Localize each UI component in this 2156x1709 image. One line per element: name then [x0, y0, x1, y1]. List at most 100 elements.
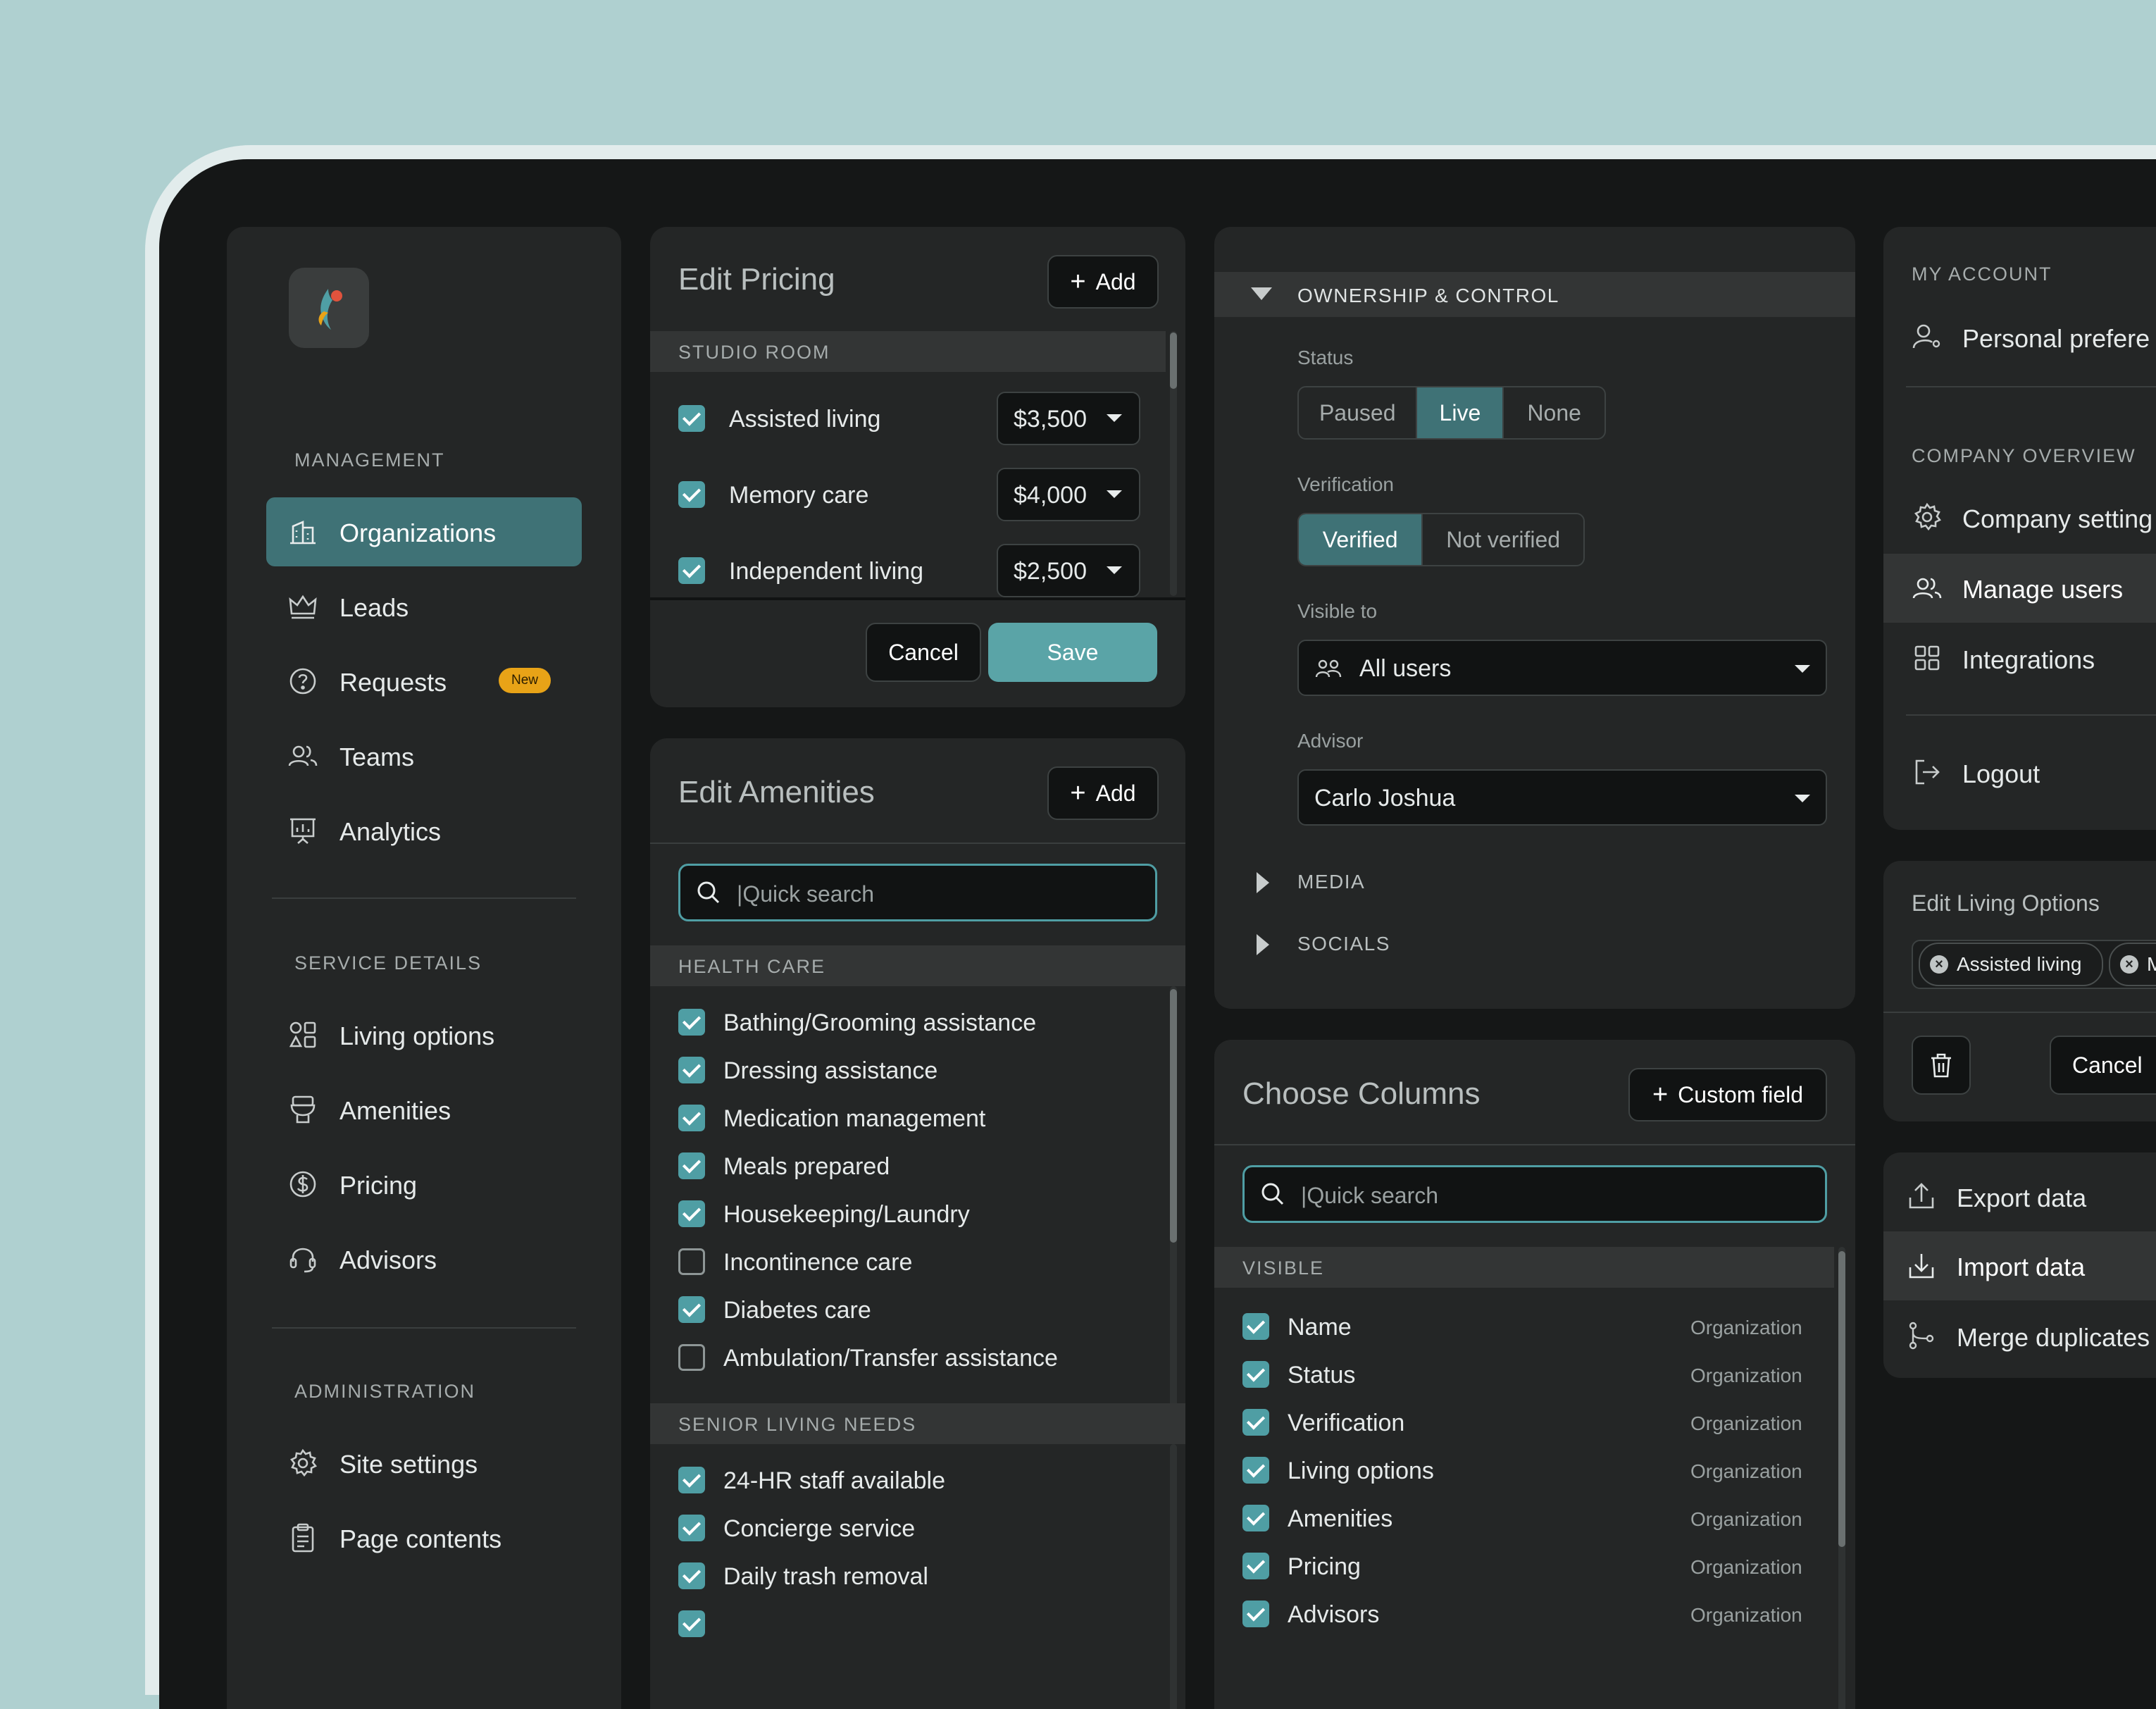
- column-checkbox[interactable]: [1242, 1553, 1269, 1579]
- column-checkbox[interactable]: [1242, 1409, 1269, 1436]
- add-amenity-button[interactable]: + Add: [1047, 766, 1159, 820]
- amenity-checkbox[interactable]: [678, 1057, 705, 1083]
- amenity-label: Housekeeping/Laundry: [723, 1201, 970, 1228]
- status-segmented-control[interactable]: Paused Live None: [1297, 386, 1606, 440]
- advisor-dropdown[interactable]: Carlo Joshua: [1297, 769, 1827, 826]
- delete-button[interactable]: [1912, 1036, 1971, 1095]
- column-checkbox[interactable]: [1242, 1313, 1269, 1340]
- checkbox-memory-care[interactable]: [678, 481, 705, 508]
- amenity-checkbox[interactable]: [678, 1344, 705, 1371]
- group-header-label: VISIBLE: [1242, 1257, 1325, 1279]
- column-checkbox[interactable]: [1242, 1601, 1269, 1627]
- cancel-button[interactable]: Cancel: [866, 623, 981, 682]
- status-option-live[interactable]: Live: [1417, 387, 1504, 438]
- price-dropdown[interactable]: $3,500: [997, 392, 1140, 445]
- amenity-checkbox[interactable]: [678, 1467, 705, 1493]
- sidebar-item-teams[interactable]: Teams: [266, 721, 582, 790]
- sidebar-item-amenities[interactable]: Amenities: [266, 1075, 582, 1144]
- app-logo[interactable]: [289, 268, 369, 348]
- edit-pricing-panel: Edit Pricing + Add STUDIO ROOM Assisted l…: [650, 227, 1185, 707]
- column-source: Organization: [1690, 1412, 1802, 1434]
- columns-search-input[interactable]: |Quick search: [1242, 1165, 1827, 1223]
- sidebar-item-pricing[interactable]: Pricing: [266, 1150, 582, 1219]
- scrollbar-thumb[interactable]: [1838, 1251, 1845, 1547]
- amenity-checkbox[interactable]: [678, 1515, 705, 1541]
- sidebar-item-analytics[interactable]: Analytics: [266, 796, 582, 865]
- add-pricing-button[interactable]: + Add: [1047, 255, 1159, 309]
- column-checkbox[interactable]: [1242, 1505, 1269, 1531]
- column-source: Organization: [1690, 1365, 1802, 1386]
- amenities-search-input[interactable]: |Quick search: [678, 864, 1157, 921]
- menu-item-merge-duplicates[interactable]: Merge duplicates: [1883, 1303, 2156, 1368]
- amenity-checkbox[interactable]: [678, 1296, 705, 1323]
- sidebar-item-requests[interactable]: Requests New: [266, 647, 582, 716]
- custom-field-button[interactable]: + Custom field: [1628, 1068, 1827, 1121]
- sidebar-item-leads[interactable]: Leads: [266, 572, 582, 641]
- field-label: Visible to: [1297, 600, 1378, 622]
- download-icon: [1909, 1254, 1934, 1279]
- checkbox-assisted-living[interactable]: [678, 405, 705, 432]
- group-header-label: HEALTH CARE: [678, 956, 826, 977]
- amenity-checkbox[interactable]: [678, 1152, 705, 1179]
- living-option-chip[interactable]: × Me: [2109, 943, 2156, 986]
- scrollbar[interactable]: [1170, 1444, 1177, 1709]
- amenity-checkbox[interactable]: [678, 1610, 705, 1637]
- amenity-label: Daily trash removal: [723, 1563, 928, 1590]
- verification-option-verified[interactable]: Verified: [1299, 514, 1423, 565]
- menu-item-personal-preferences[interactable]: Personal prefere: [1883, 304, 2156, 369]
- search-icon: [697, 881, 720, 904]
- column-label: Living options: [1288, 1458, 1434, 1484]
- menu-item-company-settings[interactable]: Company setting: [1883, 485, 2156, 549]
- sidebar-item-label: Requests: [339, 668, 447, 697]
- verification-option-not-verified[interactable]: Not verified: [1423, 514, 1583, 565]
- price-dropdown[interactable]: $2,500: [997, 544, 1140, 597]
- cancel-button[interactable]: Cancel: [2050, 1036, 2156, 1095]
- menu-item-integrations[interactable]: Integrations: [1883, 626, 2156, 690]
- column-checkbox[interactable]: [1242, 1457, 1269, 1484]
- sidebar-item-organizations[interactable]: Organizations: [266, 497, 582, 566]
- amenity-checkbox[interactable]: [678, 1248, 705, 1275]
- sidebar-item-site-settings[interactable]: Site settings: [266, 1429, 582, 1498]
- remove-icon[interactable]: ×: [2120, 955, 2138, 974]
- search-placeholder: |Quick search: [737, 881, 875, 907]
- amenity-checkbox[interactable]: [678, 1200, 705, 1227]
- menu-item-logout[interactable]: Logout: [1883, 740, 2156, 804]
- amenity-label: Concierge service: [723, 1515, 916, 1542]
- column-checkbox[interactable]: [1242, 1361, 1269, 1388]
- column-source: Organization: [1690, 1317, 1802, 1338]
- visible-to-dropdown[interactable]: All users: [1297, 640, 1827, 696]
- chip-label: Me: [2147, 953, 2156, 975]
- column-label: Verification: [1288, 1410, 1405, 1436]
- scrollbar-thumb[interactable]: [1170, 333, 1177, 389]
- amenity-label: Medication management: [723, 1105, 986, 1132]
- save-button[interactable]: Save: [988, 623, 1157, 682]
- panel-title: Edit Living Options: [1912, 890, 2100, 916]
- amenity-checkbox[interactable]: [678, 1009, 705, 1036]
- living-option-chip[interactable]: × Assisted living: [1919, 943, 2103, 986]
- scrollbar-thumb[interactable]: [1170, 989, 1177, 1243]
- chevron-down-icon: [1107, 414, 1122, 422]
- panel-title: Choose Columns: [1242, 1076, 1481, 1111]
- status-option-paused[interactable]: Paused: [1299, 387, 1418, 438]
- amenity-checkbox[interactable]: [678, 1562, 705, 1589]
- menu-item-import-data[interactable]: Import data: [1883, 1231, 2156, 1300]
- status-option-none[interactable]: None: [1504, 387, 1604, 438]
- search-placeholder: |Quick search: [1301, 1183, 1439, 1208]
- accordion-header-socials[interactable]: SOCIALS: [1214, 919, 1855, 971]
- column-label: Name: [1288, 1314, 1352, 1341]
- price-dropdown[interactable]: $4,000: [997, 468, 1140, 521]
- menu-item-manage-users[interactable]: Manage users: [1883, 554, 2156, 623]
- checkbox-independent-living[interactable]: [678, 557, 705, 584]
- trash-icon: [1931, 1053, 1951, 1078]
- sidebar-item-advisors[interactable]: Advisors: [266, 1224, 582, 1293]
- sidebar-item-page-contents[interactable]: Page contents: [266, 1503, 582, 1572]
- column-source: Organization: [1690, 1460, 1802, 1482]
- remove-icon[interactable]: ×: [1930, 955, 1948, 974]
- sidebar-item-label: Site settings: [339, 1450, 478, 1479]
- amenity-checkbox[interactable]: [678, 1105, 705, 1131]
- sidebar-item-living-options[interactable]: Living options: [266, 1000, 582, 1069]
- verification-segmented-control[interactable]: Verified Not verified: [1297, 513, 1585, 566]
- accordion-header-media[interactable]: MEDIA: [1214, 857, 1855, 909]
- menu-item-export-data[interactable]: Export data: [1883, 1164, 2156, 1229]
- column-source: Organization: [1690, 1508, 1802, 1530]
